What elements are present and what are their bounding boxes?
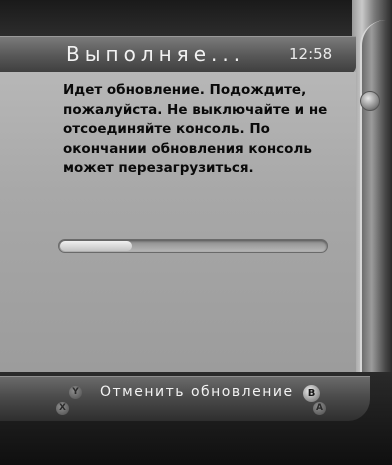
scroll-indicator-icon xyxy=(360,91,380,111)
progress-fill xyxy=(60,241,132,251)
y-button-icon: Y xyxy=(69,386,82,399)
dashboard-screen: Выполняе... 12:58 Идет обновление. Подож… xyxy=(0,0,392,465)
x-button-icon: X xyxy=(56,402,69,415)
cancel-update-button[interactable]: Отменить обновление xyxy=(100,384,294,400)
page-title: Выполняе... xyxy=(66,42,246,66)
update-message: Идет обновление. Подождите, пожалуйста. … xyxy=(63,82,328,176)
clock: 12:58 xyxy=(289,45,333,63)
progress-bar xyxy=(58,239,328,253)
b-button-icon[interactable]: B xyxy=(303,385,320,402)
a-button-icon: A xyxy=(313,402,326,415)
top-frame xyxy=(0,0,392,36)
